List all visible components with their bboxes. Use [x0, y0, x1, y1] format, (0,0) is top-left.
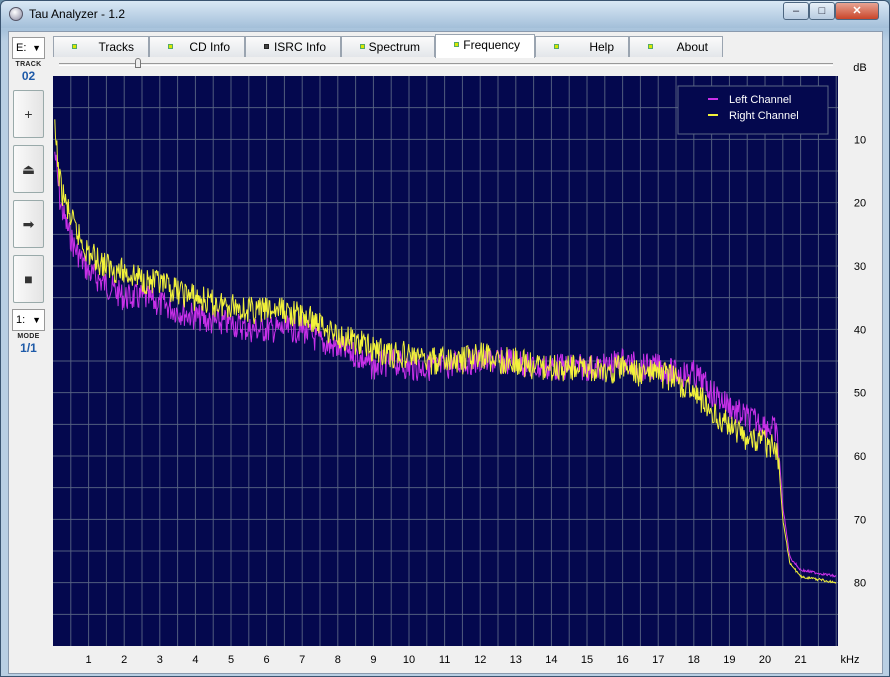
x-tick-label: 6	[264, 654, 270, 666]
chart-legend: Left Channel Right Channel	[677, 85, 829, 135]
frequency-chart: 1 2 3 4 5 6 7 8 9 10 11 12 13 14 15 16 17 18 19 20 21 kHz1020…	[53, 62, 867, 666]
legend-label: Right Channel	[729, 110, 799, 122]
tab-frequency[interactable]: Frequency	[435, 34, 535, 58]
x-axis-label: kHz	[841, 654, 860, 666]
x-tick-label: 3	[157, 654, 163, 666]
x-tick-label: 8	[335, 654, 341, 666]
x-tick-label: 11	[439, 654, 450, 666]
tab-label: Frequency	[463, 38, 520, 52]
led-indicator-icon	[454, 42, 459, 47]
x-tick-label: 9	[370, 654, 376, 666]
minimize-button[interactable]: –	[783, 2, 809, 20]
y-tick-label: 10	[854, 134, 866, 146]
app-icon	[9, 7, 23, 21]
y-tick-label: 30	[854, 261, 866, 273]
y-tick-label: 80	[854, 578, 866, 590]
x-tick-label: 21	[794, 654, 806, 666]
x-tick-label: 13	[510, 654, 522, 666]
y-tick-label: 70	[854, 514, 866, 526]
client-area: E: ▼ TRACK 02 + ⏏ ➡ ■ 1: ▼ MODE 1/1 Trac…	[8, 31, 883, 674]
x-tick-label: 5	[228, 654, 234, 666]
y-tick-label: 60	[854, 451, 866, 463]
x-tick-label: 17	[652, 654, 664, 666]
y-tick-label: 20	[854, 198, 866, 210]
close-button[interactable]: ✕	[835, 2, 879, 20]
x-tick-label: 2	[121, 654, 127, 666]
x-tick-label: 7	[299, 654, 305, 666]
y-tick-label: 40	[854, 324, 866, 336]
x-tick-label: 19	[723, 654, 735, 666]
x-tick-label: 12	[474, 654, 486, 666]
maximize-button[interactable]: □	[809, 2, 835, 20]
app-window: Tau Analyzer - 1.2 – □ ✕ E: ▼ TRACK 02 +…	[0, 0, 890, 677]
y-tick-label: 50	[854, 388, 866, 400]
title-bar[interactable]: Tau Analyzer - 1.2 – □ ✕	[1, 1, 889, 28]
window-title: Tau Analyzer - 1.2	[29, 7, 126, 21]
x-tick-label: 14	[545, 654, 557, 666]
x-tick-label: 1	[86, 654, 92, 666]
x-tick-label: 16	[616, 654, 628, 666]
x-tick-label: 10	[403, 654, 415, 666]
y-axis-label: dB	[853, 62, 866, 74]
x-tick-label: 18	[688, 654, 700, 666]
x-tick-label: 4	[192, 654, 198, 666]
legend-label: Left Channel	[729, 94, 791, 106]
x-tick-label: 15	[581, 654, 593, 666]
x-tick-label: 20	[759, 654, 771, 666]
